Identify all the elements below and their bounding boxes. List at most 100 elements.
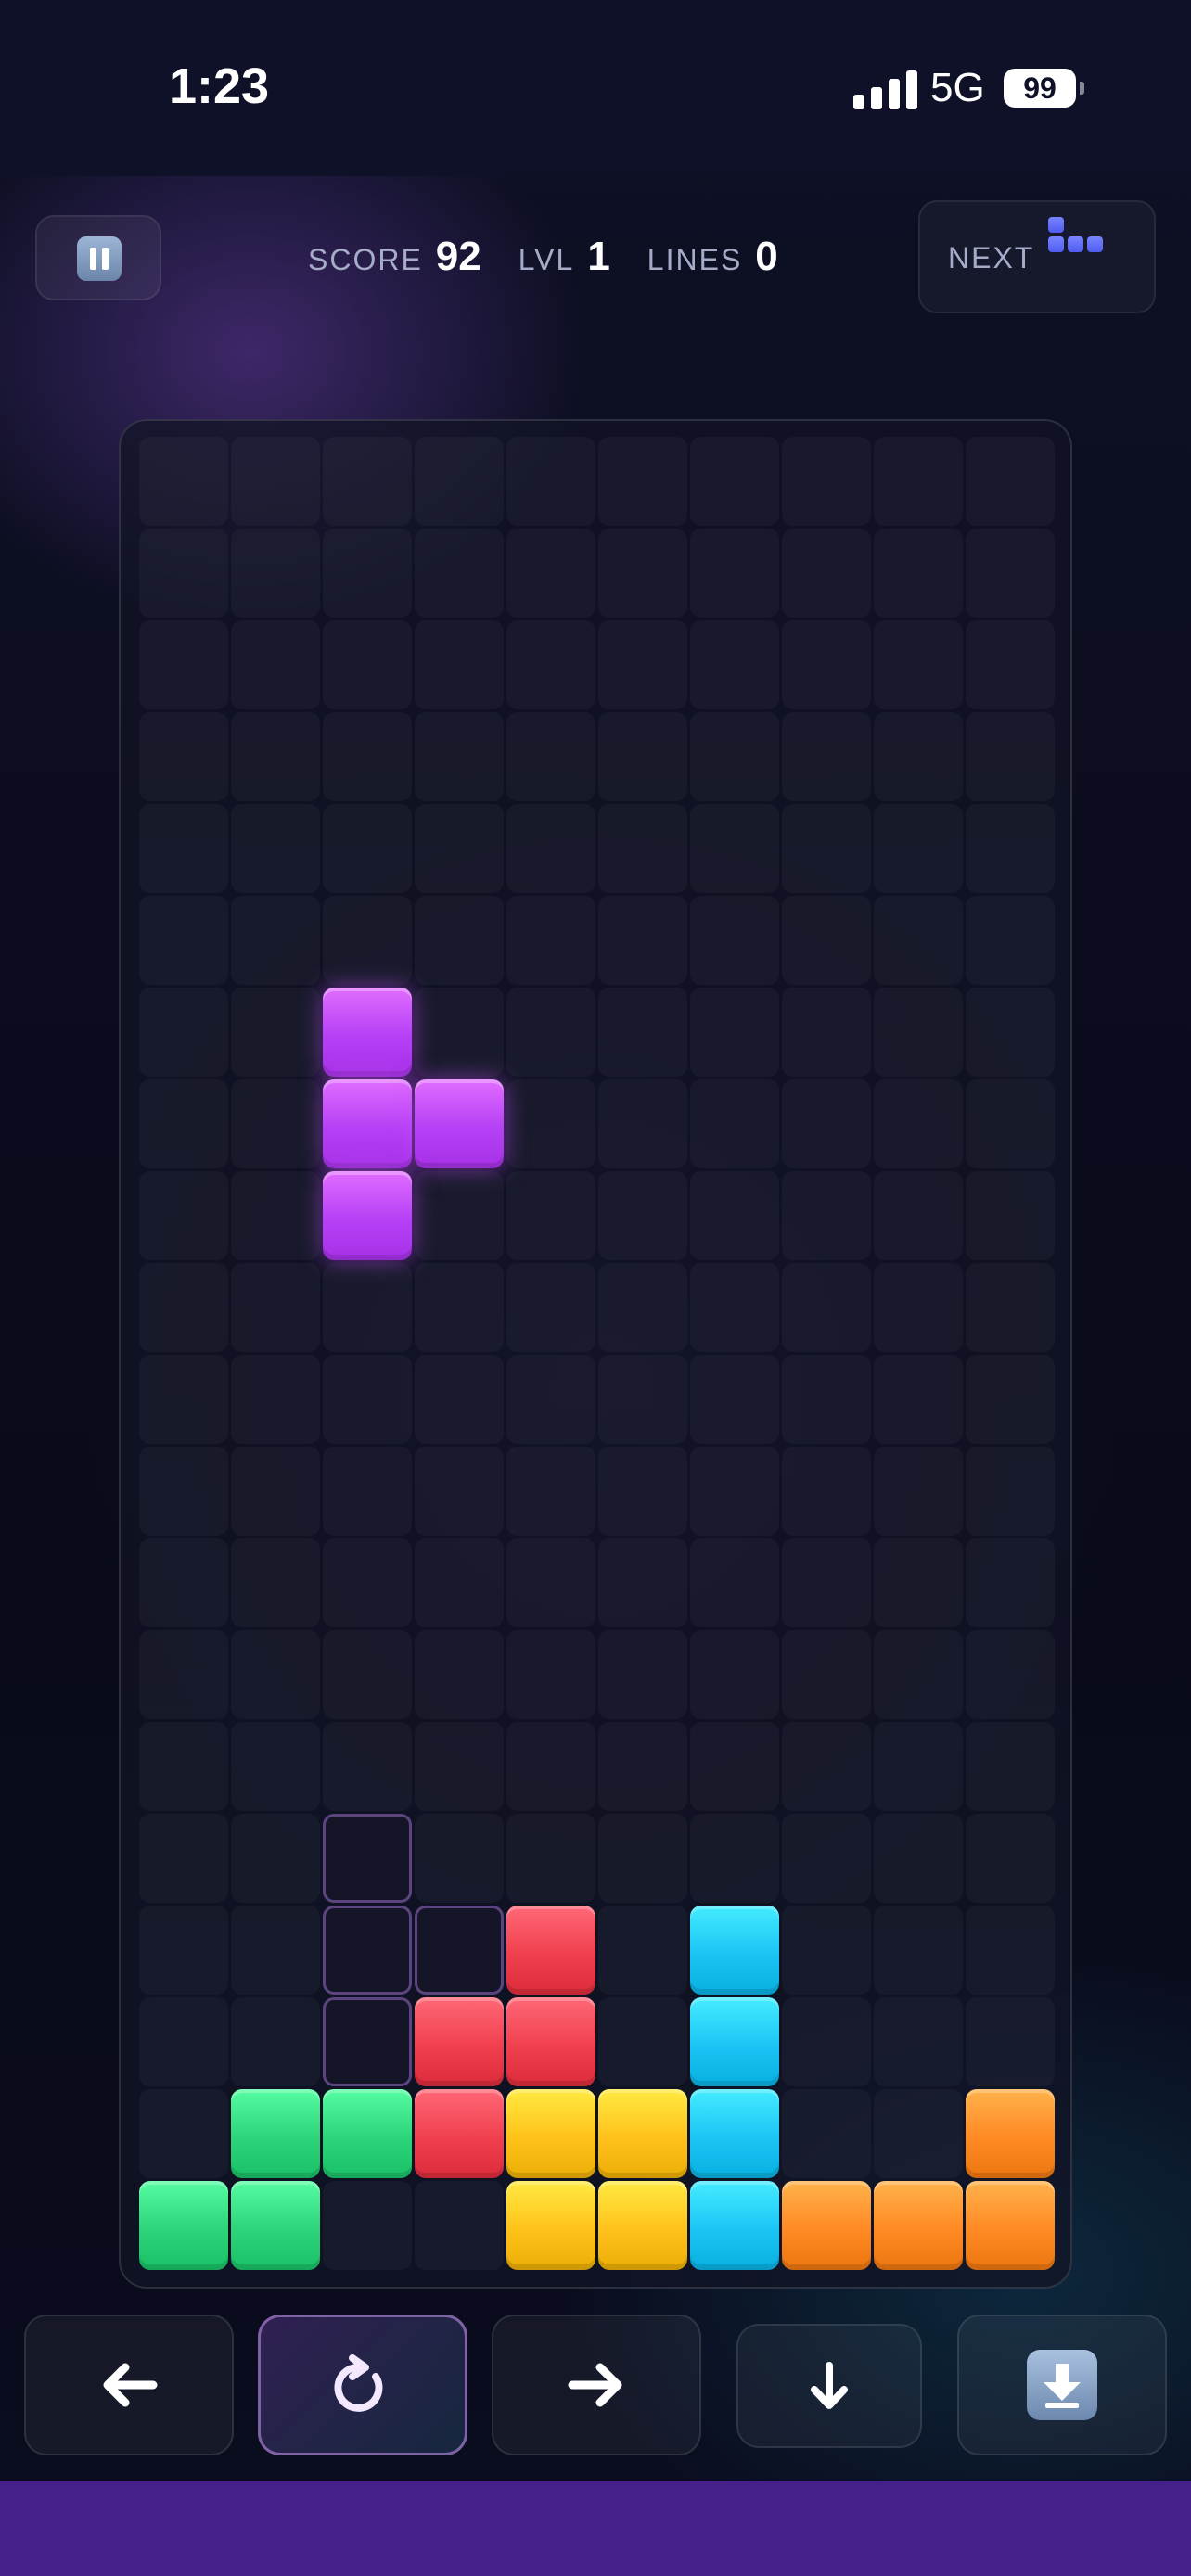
board-cell	[139, 529, 228, 618]
board-cell	[966, 1997, 1055, 2086]
stats-bar: SCORE 92 LVL 1 LINES 0	[308, 234, 815, 289]
board-cell	[782, 1814, 871, 1903]
board-cell	[966, 1814, 1055, 1903]
locked-block	[139, 2181, 228, 2270]
board-cell	[874, 1814, 963, 1903]
board-cell	[874, 1079, 963, 1168]
locked-block	[690, 1906, 779, 1995]
hard-drop-icon	[1027, 2350, 1097, 2420]
bottom-bar	[0, 2481, 1191, 2576]
board-cell	[966, 712, 1055, 801]
hard-drop-button[interactable]	[957, 2315, 1167, 2455]
board-cell	[690, 1079, 779, 1168]
locked-block	[690, 2181, 779, 2270]
board-cell	[506, 1355, 596, 1444]
game-screen: 1:23 5G 99 SCORE 92 LVL 1 LINES 0 NEXT	[0, 0, 1191, 2576]
board-cell	[415, 1355, 504, 1444]
board-cell	[966, 1355, 1055, 1444]
board-cell	[139, 2089, 228, 2178]
board-cell	[782, 2089, 871, 2178]
board-cell	[874, 988, 963, 1077]
board-cell	[690, 1814, 779, 1903]
rotate-button[interactable]	[258, 2315, 467, 2455]
board-cell	[415, 2181, 504, 2270]
board-cell	[782, 1263, 871, 1352]
board-cell	[874, 1722, 963, 1811]
board-cell	[966, 804, 1055, 893]
locked-block	[231, 2089, 320, 2178]
board-cell	[139, 804, 228, 893]
board-cell	[139, 437, 228, 526]
move-left-button[interactable]	[24, 2315, 234, 2455]
board-cell	[323, 620, 412, 709]
board-cell	[139, 620, 228, 709]
board-cell	[782, 896, 871, 985]
battery-tip	[1080, 82, 1084, 95]
board-cell	[415, 804, 504, 893]
board-cell	[598, 1263, 687, 1352]
board-cell	[966, 988, 1055, 1077]
board-cell	[598, 1538, 687, 1627]
board-cell	[874, 529, 963, 618]
board-cell	[874, 437, 963, 526]
board-cell	[139, 1997, 228, 2086]
move-right-button[interactable]	[492, 2315, 701, 2455]
board-cell	[690, 437, 779, 526]
board-cell	[139, 1630, 228, 1719]
ghost-piece-cell	[415, 1906, 504, 1995]
board-cell	[690, 896, 779, 985]
board-cell	[598, 1997, 687, 2086]
battery-icon: 99	[1004, 69, 1076, 108]
board-cell	[506, 896, 596, 985]
board-cell	[231, 1355, 320, 1444]
board-cell	[506, 437, 596, 526]
board-cell	[415, 1630, 504, 1719]
board-cell	[966, 1079, 1055, 1168]
board-cell	[690, 1355, 779, 1444]
board-cell	[415, 712, 504, 801]
locked-block	[598, 2181, 687, 2270]
board-cell	[323, 1630, 412, 1719]
board-cell	[231, 620, 320, 709]
board-cell	[966, 1263, 1055, 1352]
board-cell	[506, 1079, 596, 1168]
board-cell	[690, 1263, 779, 1352]
next-piece-cell	[1048, 217, 1064, 233]
board-cell	[598, 804, 687, 893]
board-cell	[323, 1447, 412, 1536]
score-value: 92	[435, 234, 481, 279]
locked-block	[966, 2181, 1055, 2270]
board-cell	[782, 804, 871, 893]
active-piece-cell	[323, 988, 412, 1077]
board-cell	[966, 1447, 1055, 1536]
lines-label: LINES	[647, 243, 743, 276]
network-type: 5G	[930, 65, 985, 110]
board-cell	[231, 1722, 320, 1811]
board-cell	[966, 1722, 1055, 1811]
board-cell	[782, 712, 871, 801]
board-cell	[598, 437, 687, 526]
locked-block	[506, 1906, 596, 1995]
lines-value: 0	[755, 234, 778, 279]
game-board[interactable]	[119, 419, 1072, 2289]
board-cell	[506, 1538, 596, 1627]
board-cell	[782, 1171, 871, 1260]
arrow-down-icon	[811, 2362, 848, 2409]
board-cell	[323, 1538, 412, 1627]
board-cell	[506, 988, 596, 1077]
board-cell	[506, 620, 596, 709]
locked-block	[506, 2089, 596, 2178]
score-label: SCORE	[308, 243, 423, 276]
board-cell	[874, 1447, 963, 1536]
board-cell	[690, 804, 779, 893]
board-cell	[415, 896, 504, 985]
board-cell	[874, 804, 963, 893]
board-cell	[323, 804, 412, 893]
pause-button[interactable]	[35, 215, 161, 300]
soft-drop-button[interactable]	[736, 2324, 922, 2448]
board-cell	[874, 620, 963, 709]
board-cell	[598, 1079, 687, 1168]
board-cell	[139, 1079, 228, 1168]
board-cell	[506, 1722, 596, 1811]
board-cell	[139, 896, 228, 985]
